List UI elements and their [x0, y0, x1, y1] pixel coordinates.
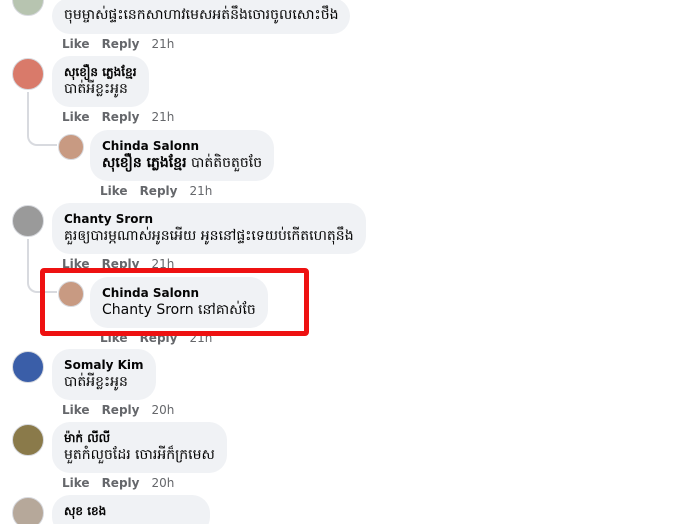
- comment-text: មួតកំលួចដែរ ចោរអីក៏ក្រមេស: [64, 447, 215, 463]
- comment-bubble: Chanty Srorn គួរឲ្យបារម្ភណាស់អូនអើយ អូនន…: [52, 203, 366, 254]
- comment-time[interactable]: 21h: [151, 110, 174, 124]
- comment-actions: Like Reply 20h: [62, 475, 186, 491]
- comment-bubble: ម៉ាក់ លីលី មួតកំលួចដែរ ចោរអីក៏ក្រមេស: [52, 422, 227, 473]
- avatar[interactable]: [12, 205, 44, 237]
- like-button[interactable]: Like: [62, 110, 90, 124]
- avatar[interactable]: [12, 0, 44, 16]
- comment-time[interactable]: 20h: [151, 476, 174, 490]
- comment-text: គួរឲ្យបារម្ភណាស់អូនអើយ អូននៅផ្ទះទេយប់កើត…: [64, 228, 354, 244]
- reply-button[interactable]: Reply: [102, 110, 140, 124]
- avatar[interactable]: [58, 134, 84, 160]
- reply-button[interactable]: Reply: [102, 37, 140, 51]
- highlight-box: [40, 268, 309, 336]
- comment-author[interactable]: Chinda Salonn: [102, 138, 262, 154]
- reply-button[interactable]: Reply: [102, 476, 140, 490]
- comment-bubble: ចុមម្ចាស់ផ្ទះនេកសាហាវមេសអត់នឹងចោរចូលសោះថ…: [52, 0, 351, 34]
- comment-bubble: សុខ ខេង: [52, 495, 210, 524]
- comment-text: បាត់អីខ្លះអូន: [64, 81, 128, 97]
- comment-bubble: Somaly Kim បាត់អីខ្លះអូន: [52, 349, 156, 400]
- comment-bubble: សុខឿន ភ្លេងខ្មែរ បាត់អីខ្លះអូន: [52, 56, 149, 107]
- thread-line: [27, 92, 29, 130]
- mention-link[interactable]: សុខឿន ភ្លេងខ្មែរ: [102, 155, 187, 171]
- comment-actions: Like Reply 21h: [62, 109, 186, 125]
- reply-button[interactable]: Reply: [102, 403, 140, 417]
- avatar[interactable]: [12, 351, 44, 383]
- comment-author[interactable]: ម៉ាក់ លីលី: [64, 430, 215, 446]
- comment-actions: Like Reply 21h: [62, 36, 186, 52]
- avatar[interactable]: [12, 497, 44, 524]
- comment-time[interactable]: 21h: [151, 37, 174, 51]
- comment-time[interactable]: 21h: [189, 184, 212, 198]
- comment-author[interactable]: Somaly Kim: [64, 357, 144, 373]
- reply-text: បាត់តិចតួចចែ: [186, 155, 263, 171]
- like-button[interactable]: Like: [62, 403, 90, 417]
- like-button[interactable]: Like: [62, 37, 90, 51]
- comment-author[interactable]: សុខឿន ភ្លេងខ្មែរ: [64, 64, 137, 80]
- like-button[interactable]: Like: [100, 184, 128, 198]
- avatar[interactable]: [12, 58, 44, 90]
- comment-actions: Like Reply 20h: [62, 402, 186, 418]
- comment-text: សុខឿន ភ្លេងខ្មែរ បាត់តិចតួចចែ: [102, 154, 262, 173]
- thread-connector: [27, 128, 57, 146]
- comment-actions: Like Reply 21h: [100, 183, 224, 199]
- comment-text: ចុមម្ចាស់ផ្ទះនេកសាហាវមេសអត់នឹងចោរចូលសោះថ…: [64, 7, 339, 23]
- reply-button[interactable]: Reply: [140, 184, 178, 198]
- like-button[interactable]: Like: [62, 476, 90, 490]
- comment-bubble: Chinda Salonn សុខឿន ភ្លេងខ្មែរ បាត់តិចតួ…: [90, 130, 275, 181]
- comment-time[interactable]: 20h: [151, 403, 174, 417]
- comment-text: បាត់អីខ្លះអូន: [64, 374, 128, 390]
- comment-author[interactable]: Chanty Srorn: [64, 211, 354, 227]
- thread-line: [27, 239, 29, 277]
- comment-author[interactable]: សុខ ខេង: [64, 503, 198, 519]
- avatar[interactable]: [12, 424, 44, 456]
